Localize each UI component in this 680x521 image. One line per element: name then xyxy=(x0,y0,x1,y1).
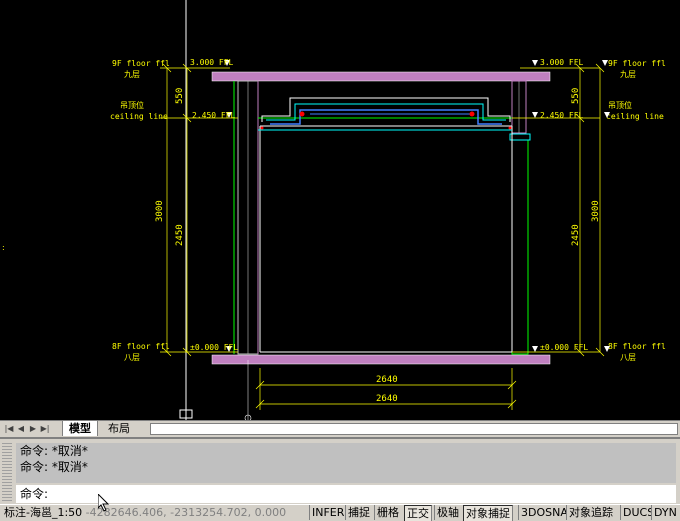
downlight-left xyxy=(299,111,305,117)
room-outline xyxy=(233,81,513,354)
edge-marker: : xyxy=(2,243,5,252)
level-top-name-cn-left: 九层 xyxy=(124,70,140,79)
level-bottom-name-en-right: 8F floor ffl xyxy=(608,342,666,351)
command-window-grip[interactable] xyxy=(2,443,12,501)
coordinate-readout: 标注-海邕_1:50 -4282646.406, -2313254.702, 0… xyxy=(4,505,286,521)
tab-model[interactable]: 模型 xyxy=(62,421,98,436)
command-input[interactable]: 命令: xyxy=(16,485,676,503)
command-history: 命令: *取消* 命令: *取消* xyxy=(16,443,676,483)
dimension-style-label[interactable]: 标注-海邕_1:50 xyxy=(4,506,82,519)
elev-ceiling-right: 2.450 FFL xyxy=(540,111,584,120)
vdim-right-top: 550 xyxy=(571,88,581,104)
elev-top-left: 3.000 FFL xyxy=(190,58,234,67)
command-history-line: 命令: *取消* xyxy=(20,444,88,458)
level-top-name-en-left: 9F floor ffl xyxy=(112,59,170,68)
level-ceiling-name-en-left: ceiling line xyxy=(110,112,168,121)
vdim-right-total: 3000 xyxy=(591,200,601,222)
downlight-right xyxy=(469,111,475,117)
dyn-toggle[interactable]: DYN xyxy=(651,505,679,520)
level-top-name-cn-right: 九层 xyxy=(620,70,636,79)
horizontal-scrollbar[interactable] xyxy=(150,423,678,435)
ucs-icon xyxy=(179,360,252,420)
level-top-name-en-right: 9F floor ffl xyxy=(608,59,666,68)
elev-top-right: 3.000 FFL xyxy=(540,58,584,67)
level-ceiling-name-cn-left: 吊顶位 xyxy=(120,100,144,110)
grid-toggle[interactable]: 栅格 xyxy=(374,505,401,520)
vdim-left-ceiling: 2450 xyxy=(175,224,185,246)
snap-toggle[interactable]: 捕捉 xyxy=(345,505,372,520)
vdim-left xyxy=(162,63,192,357)
hdim-upper: 2640 xyxy=(376,375,398,385)
tab-layout[interactable]: 布局 xyxy=(102,421,136,436)
next-tab-icon[interactable]: ▶ xyxy=(28,423,38,434)
top-slab xyxy=(211,71,551,82)
infer-toggle[interactable]: INFER xyxy=(309,505,347,520)
right-wall xyxy=(509,80,531,355)
elevation-drawing: : 3.000 FFL 3.000 FFL 2.450 FFL 2.450 FF… xyxy=(2,0,666,420)
ceiling-recess xyxy=(260,97,512,130)
bottom-slab xyxy=(211,354,551,365)
first-tab-icon[interactable]: |◀ xyxy=(4,423,14,434)
elev-bottom-left: ±0.000 FFL xyxy=(190,343,238,352)
level-ceiling-name-cn-right: 吊顶位 xyxy=(608,100,632,110)
level-bottom-name-en-left: 8F floor ffl xyxy=(112,342,170,351)
elev-bottom-right: ±0.000 FFL xyxy=(540,343,588,352)
level-ceiling-name-en-right: ceiling line xyxy=(606,112,664,121)
mouse-pointer-icon xyxy=(98,494,110,512)
polar-toggle[interactable]: 极轴 xyxy=(434,505,461,520)
vdim-right-ceiling: 2450 xyxy=(571,224,581,246)
otrack-toggle[interactable]: 对象追踪 xyxy=(566,505,615,520)
prev-tab-icon[interactable]: ◀ xyxy=(16,423,26,434)
level-bottom-name-cn-left: 八层 xyxy=(124,353,140,362)
drawing-viewport[interactable]: : 3.000 FFL 3.000 FFL 2.450 FFL 2.450 FF… xyxy=(0,0,680,420)
osnap-toggle[interactable]: 对象捕捉 xyxy=(463,505,513,521)
vdim-left-top: 550 xyxy=(175,88,185,104)
hdim-lower: 2640 xyxy=(376,394,398,404)
elev-ceiling-left: 2.450 FFL xyxy=(192,111,236,120)
left-wall xyxy=(237,80,259,355)
ortho-toggle[interactable]: 正交 xyxy=(404,505,432,521)
last-tab-icon[interactable]: ▶| xyxy=(40,423,50,434)
command-history-line: 命令: *取消* xyxy=(20,460,88,474)
coord-z: 0.000 xyxy=(254,506,287,519)
layout-tab-bar: |◀ ◀ ▶ ▶| 模型 布局 xyxy=(0,420,680,437)
vdim-left-total: 3000 xyxy=(155,200,165,222)
command-prompt: 命令: xyxy=(20,487,49,501)
level-bottom-name-cn-right: 八层 xyxy=(620,353,636,362)
coord-y: -2313254.702, xyxy=(170,506,252,519)
